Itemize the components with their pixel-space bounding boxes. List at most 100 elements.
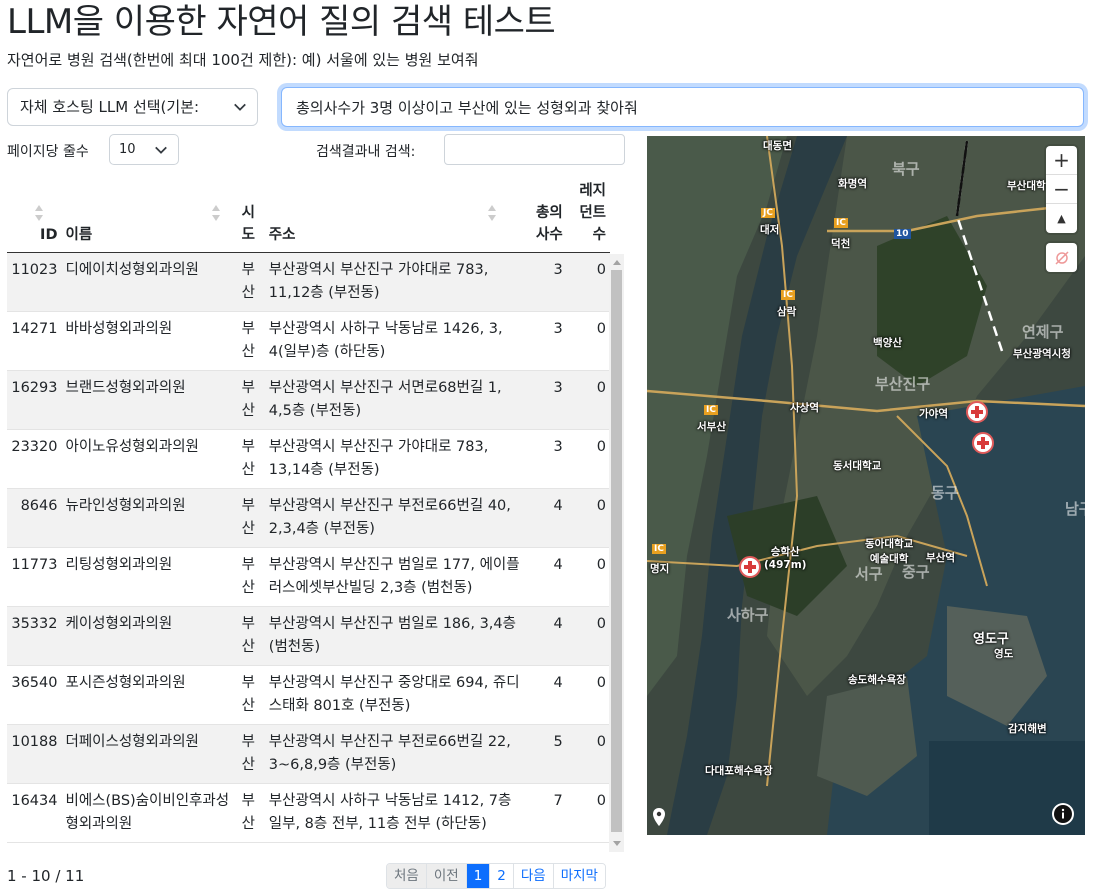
cell-residents: 0 — [596, 733, 606, 750]
llm-select[interactable]: 자체 호스팅 LLM 선택(기본: — [7, 88, 258, 126]
geolocate-button[interactable] — [1046, 243, 1077, 272]
map-pin-icon — [653, 808, 665, 826]
table-row[interactable]: 11773 리팅성형외과의원 부산 부산광역시 부산진구 범일로 177, 에이플러스… — [7, 547, 610, 606]
table-row[interactable]: 14271 바바성형외과의원 부산 부산광역시 사하구 낙동남로 1426, 3, 4… — [7, 311, 610, 370]
column-header-residents[interactable]: 레지던트수 — [566, 172, 610, 253]
scroll-down-arrow-icon[interactable] — [613, 841, 621, 846]
map-label: 사상역 — [790, 402, 819, 414]
map-label: 백양산 — [873, 337, 902, 349]
map-label: 사하구 — [727, 606, 769, 624]
query-input[interactable] — [281, 87, 1084, 127]
table-row[interactable]: 35332 케이성형외과의원 부산 부산광역시 부산진구 범일로 186, 3,4층 … — [7, 606, 610, 665]
table-row[interactable]: 8646 뉴라인성형외과의원 부산 부산광역시 부산진구 부전로66번길 40, 2,… — [7, 488, 610, 547]
page-next-button[interactable]: 다음 — [513, 864, 554, 888]
cell-name: 리팅성형외과의원 — [65, 556, 173, 573]
map-view[interactable]: 대동면 북구 화명역 부산대학 대저 덕천 10 삼락 백양산 연제구 부산광역… — [647, 136, 1085, 835]
cell-residents: 0 — [596, 379, 606, 396]
result-search-input[interactable] — [444, 134, 625, 165]
reset-bearing-button[interactable]: ▲ — [1046, 204, 1077, 233]
rows-per-page-label: 페이지당 줄수 — [7, 144, 89, 160]
cell-address: 부산광역시 부산진구 가야대로 783, 11,12층 (부전동) — [268, 261, 489, 301]
cell-sido: 부산 — [241, 615, 255, 655]
cell-address: 부산광역시 부산진구 가야대로 783, 13,14층 (부전동) — [268, 438, 489, 478]
cell-address: 부산광역시 부산진구 부전로66번길 40, 2,3,4층 (부전동) — [268, 497, 511, 537]
cell-doctors: 5 — [553, 733, 563, 750]
table-row[interactable]: 16434 비에스(BS)숨이비인후과성형외과의원 부산 부산광역시 사하구 낙동남로… — [7, 783, 610, 842]
map-label: 다대포해수욕장 — [705, 765, 773, 777]
cell-id: 36540 — [11, 674, 58, 691]
cell-name: 케이성형외과의원 — [65, 615, 173, 632]
column-header-doctors[interactable]: 총의사수 — [526, 172, 567, 253]
table-row[interactable]: 36540 포시즌성형외과의원 부산 부산광역시 부산진구 중앙대로 694, 쥬디스… — [7, 665, 610, 724]
cell-name: 아이노유성형외과의원 — [65, 438, 199, 455]
map-label: 부산광역시청 — [1013, 348, 1071, 360]
cell-id: 14271 — [11, 320, 58, 337]
table-scrollbar[interactable] — [609, 254, 624, 852]
cell-doctors: 4 — [553, 674, 563, 691]
map-label: 가야역 — [919, 408, 948, 420]
cell-name: 바바성형외과의원 — [65, 320, 173, 337]
cell-sido: 부산 — [241, 261, 255, 301]
rows-per-page-select[interactable]: 10 — [109, 134, 179, 165]
map-label: 영도구 — [973, 632, 1009, 647]
zoom-out-button[interactable]: − — [1046, 175, 1077, 204]
table-header-row: ID 이름 시도 주소 총의사수 레지던트수 — [7, 172, 610, 253]
cell-residents: 0 — [596, 497, 606, 514]
info-icon — [1054, 805, 1072, 823]
column-header-name[interactable]: 이름 — [61, 172, 238, 253]
cell-id: 10188 — [11, 733, 58, 750]
cell-id: 11773 — [11, 556, 58, 573]
map-label: 부산역 — [926, 552, 955, 564]
cell-address: 부산광역시 부산진구 범일로 186, 3,4층 (범천동) — [268, 615, 516, 655]
column-header-address[interactable]: 주소 — [264, 172, 527, 253]
page-prev-button[interactable]: 이전 — [426, 864, 467, 888]
map-label: 북구 — [892, 160, 920, 178]
cell-sido: 부산 — [241, 438, 255, 478]
cell-residents: 0 — [596, 674, 606, 691]
map-label: 명지 — [650, 563, 670, 575]
page-2-button[interactable]: 2 — [490, 864, 514, 888]
results-table-body: 11023 디에이치성형외과의원 부산 부산광역시 부산진구 가야대로 783, 11… — [7, 252, 610, 842]
scroll-up-arrow-icon[interactable] — [613, 260, 621, 265]
page-last-button[interactable]: 마지막 — [553, 864, 605, 888]
scrollbar-thumb[interactable] — [611, 270, 622, 832]
llm-select-value: 자체 호스팅 LLM 선택(기본: — [20, 98, 200, 116]
cell-residents: 0 — [596, 320, 606, 337]
map-label: IC — [781, 290, 795, 300]
cell-residents: 0 — [596, 615, 606, 632]
map-label: IC — [704, 405, 718, 415]
table-row[interactable]: 23320 아이노유성형외과의원 부산 부산광역시 부산진구 가야대로 783, 13… — [7, 429, 610, 488]
map-label: 연제구 — [1022, 323, 1064, 341]
page-subtitle: 자연어로 병원 검색(한번에 최대 100건 제한): 예) 서울에 있는 병원… — [7, 51, 479, 69]
column-header-id[interactable]: ID — [7, 172, 62, 253]
map-label: IC — [834, 218, 848, 228]
sort-icon — [35, 205, 43, 221]
results-table-container: ID 이름 시도 주소 총의사수 레지던트수 11023 디에이치성형외과의원 … — [7, 172, 625, 852]
cell-doctors: 3 — [553, 261, 563, 278]
page-1-button[interactable]: 1 — [466, 864, 491, 888]
cell-sido: 부산 — [241, 556, 255, 596]
cell-residents: 0 — [596, 556, 606, 573]
table-row[interactable]: 11023 디에이치성형외과의원 부산 부산광역시 부산진구 가야대로 783, 11… — [7, 252, 610, 311]
page-first-button[interactable]: 처음 — [387, 864, 427, 888]
cell-address: 부산광역시 사하구 낙동남로 1426, 3, 4(일부)층 (하단동) — [268, 320, 503, 360]
hospital-marker-icon[interactable] — [972, 432, 994, 454]
table-row[interactable]: 10188 더페이스성형외과의원 부산 부산광역시 부산진구 부전로66번길 22, … — [7, 724, 610, 783]
map-label: 대저 — [760, 224, 780, 236]
cell-name: 포시즌성형외과의원 — [65, 674, 186, 691]
column-header-sido[interactable]: 시도 — [237, 172, 265, 253]
cell-address: 부산광역시 부산진구 서면로68번길 1, 4,5층 (부전동) — [268, 379, 502, 419]
hospital-marker-icon[interactable] — [966, 401, 988, 423]
cell-sido: 부산 — [241, 674, 255, 714]
hospital-marker-icon[interactable] — [739, 556, 761, 578]
result-search-label: 검색결과내 검색: — [316, 144, 416, 160]
zoom-in-button[interactable]: + — [1046, 146, 1077, 175]
cell-id: 16434 — [11, 792, 58, 809]
cell-sido: 부산 — [241, 320, 255, 360]
table-row[interactable]: 16293 브랜드성형외과의원 부산 부산광역시 부산진구 서면로68번길 1, 4,… — [7, 370, 610, 429]
pagination-info: 1 - 10 / 11 — [7, 867, 85, 885]
cell-sido: 부산 — [241, 497, 255, 537]
cell-residents: 0 — [596, 261, 606, 278]
map-label: 감지해변 — [1008, 723, 1047, 735]
attribution-info-button[interactable] — [1052, 803, 1074, 825]
